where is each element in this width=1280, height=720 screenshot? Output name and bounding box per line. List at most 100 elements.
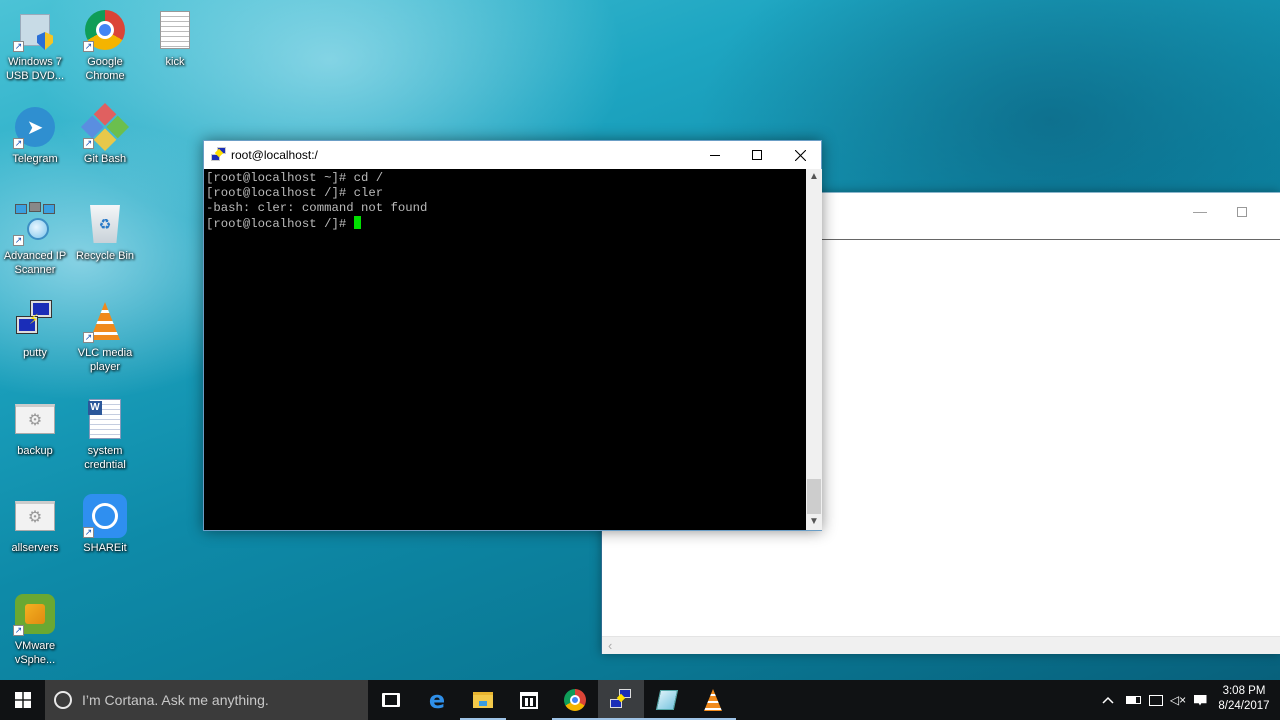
desktop-icon-label: backup	[17, 445, 53, 457]
desktop-icon-shareit[interactable]: ↗ SHAREit	[69, 494, 141, 555]
taskbar-edge-button[interactable]: e	[414, 680, 460, 720]
start-button[interactable]	[0, 680, 45, 720]
shortcut-arrow-icon: ↗	[13, 41, 24, 52]
store-icon	[520, 691, 538, 709]
maximize-button[interactable]	[735, 141, 779, 169]
shortcut-arrow-icon: ↗	[83, 332, 94, 343]
chrome-icon	[564, 689, 586, 711]
taskbar-chrome-button[interactable]	[552, 680, 598, 720]
chrome-icon: ↗	[83, 8, 127, 52]
desktop-icon-telegram[interactable]: ➤ ↗ Telegram	[0, 105, 71, 166]
advanced-ip-scanner-icon: ↗	[13, 202, 57, 246]
close-icon	[794, 149, 806, 161]
scroll-up-icon[interactable]: ▲	[806, 169, 822, 185]
terminal-cursor	[353, 216, 361, 229]
terminal-output[interactable]: [root@localhost ~]# cd / [root@localhost …	[204, 169, 806, 530]
minimize-button[interactable]	[693, 141, 737, 169]
minimize-icon	[710, 154, 720, 156]
action-center-button[interactable]	[1189, 680, 1211, 720]
desktop-icon-system-credntial[interactable]: W system credntial	[69, 397, 141, 472]
desktop-icon-label: Git Bash	[83, 153, 127, 165]
minimize-icon: —	[1193, 203, 1207, 219]
putty-titlebar[interactable]: root@localhost:/	[204, 141, 821, 169]
volume-muted-icon: ◁×	[1169, 693, 1187, 707]
desktop-icon-vlc[interactable]: ↗ VLC media player	[69, 299, 141, 374]
putty-icon: ⚡	[13, 299, 57, 343]
taskbar-file-explorer-button[interactable]	[460, 680, 506, 720]
shortcut-arrow-icon: ↗	[83, 138, 94, 149]
vlc-icon: ↗	[83, 299, 127, 343]
maximize-icon	[1237, 207, 1247, 218]
putty-icon	[610, 689, 632, 711]
desktop-icon-label: SHAREit	[83, 542, 127, 554]
windows-logo-icon	[14, 692, 31, 708]
vertical-scrollbar[interactable]: ▲ ▼	[806, 169, 822, 530]
clock[interactable]: 3:08 PM 8/24/2017	[1212, 684, 1276, 714]
maximize-button[interactable]	[1227, 199, 1257, 223]
file-explorer-icon	[473, 692, 493, 708]
shortcut-arrow-icon: ↗	[13, 235, 24, 246]
horizontal-scrollbar[interactable]: ‹	[602, 636, 1280, 654]
terminal-line: [root@localhost ~]# cd /	[206, 171, 384, 185]
desktop-icon-kick[interactable]: kick	[139, 8, 211, 69]
desktop-icon-putty[interactable]: ⚡ putty	[0, 299, 71, 360]
window-title: root@localhost:/	[231, 148, 318, 162]
putty-icon	[211, 147, 227, 163]
desktop-icon-advanced-ip-scanner[interactable]: ↗ Advanced IP Scanner	[0, 202, 71, 277]
desktop-icon-allservers[interactable]: ⚙ allservers	[0, 494, 71, 555]
desktop-icon-label: putty	[23, 347, 47, 359]
desktop-icon-windows-usb-dvd[interactable]: ↗ Windows 7 USB DVD...	[0, 8, 71, 83]
shortcut-arrow-icon: ↗	[83, 41, 94, 52]
terminal-prompt-line: [root@localhost /]#	[206, 216, 806, 232]
terminal-line: -bash: cler: command not found	[206, 201, 428, 215]
taskbar-task-view-button[interactable]	[368, 680, 414, 720]
minimize-button[interactable]: —	[1185, 199, 1215, 223]
windows-usb-dvd-tool-icon: ↗	[13, 8, 57, 52]
desktop-icon-google-chrome[interactable]: ↗ Google Chrome	[69, 8, 141, 83]
maximize-icon	[752, 150, 762, 160]
show-hidden-icons-button[interactable]	[1098, 680, 1118, 720]
volume-tray-icon[interactable]: ◁×	[1167, 680, 1189, 720]
desktop-icon-label: Recycle Bin	[75, 250, 135, 262]
desktop-icon-label: Telegram	[12, 153, 58, 165]
desktop-icon-recycle-bin[interactable]: ♻ Recycle Bin	[69, 202, 141, 263]
taskbar-vlc-button[interactable]	[690, 680, 736, 720]
git-bash-icon: ↗	[80, 102, 130, 152]
vlc-icon	[704, 689, 722, 711]
network-tray-icon[interactable]	[1145, 680, 1167, 720]
desktop-icon-vmware-vsphere[interactable]: ↗ VMware vSphe...	[0, 592, 71, 667]
desktop-icon-label: VLC media player	[77, 347, 133, 373]
shortcut-arrow-icon: ↗	[13, 625, 24, 636]
terminal-line: [root@localhost /]# cler	[206, 186, 384, 200]
text-file-icon	[153, 8, 197, 52]
scroll-down-icon[interactable]: ▼	[806, 514, 822, 530]
taskbar-store-button[interactable]	[506, 680, 552, 720]
desktop-icon-label: Windows 7 USB DVD...	[5, 56, 65, 82]
clock-date: 8/24/2017	[1218, 700, 1270, 712]
scrollbar-thumb[interactable]	[807, 479, 821, 514]
desktop-icon-label: Advanced IP Scanner	[3, 250, 67, 276]
cortana-search-box[interactable]: I’m Cortana. Ask me anything.	[45, 680, 368, 720]
telegram-icon: ➤ ↗	[13, 105, 57, 149]
edge-icon: e	[428, 686, 446, 714]
desktop-icon-label: VMware vSphe...	[14, 640, 56, 666]
network-icon	[1149, 694, 1163, 706]
scroll-left-icon[interactable]: ‹	[608, 638, 612, 653]
terminal-prompt: [root@localhost /]#	[206, 217, 354, 231]
recycle-bin-icon: ♻	[83, 202, 127, 246]
task-view-icon	[382, 693, 400, 707]
taskbar-notepad-button[interactable]	[644, 680, 690, 720]
vmware-vsphere-icon: ↗	[13, 592, 57, 636]
putty-window[interactable]: root@localhost:/ [root@localhost ~]# cd …	[203, 140, 822, 531]
desktop-icon-git-bash[interactable]: ↗ Git Bash	[69, 102, 141, 166]
battery-icon	[1125, 696, 1141, 704]
desktop-icon-backup[interactable]: ⚙ backup	[0, 397, 71, 458]
desktop-icon-label: allservers	[11, 542, 59, 554]
taskbar-putty-button[interactable]	[598, 680, 644, 720]
taskbar: I’m Cortana. Ask me anything. e ◁× 3:08 …	[0, 680, 1280, 720]
close-button[interactable]	[778, 141, 822, 169]
battery-tray-icon[interactable]	[1122, 680, 1144, 720]
batch-file-icon: ⚙	[13, 397, 57, 441]
cortana-placeholder: I’m Cortana. Ask me anything.	[82, 692, 269, 708]
notifications-icon	[1193, 694, 1207, 706]
